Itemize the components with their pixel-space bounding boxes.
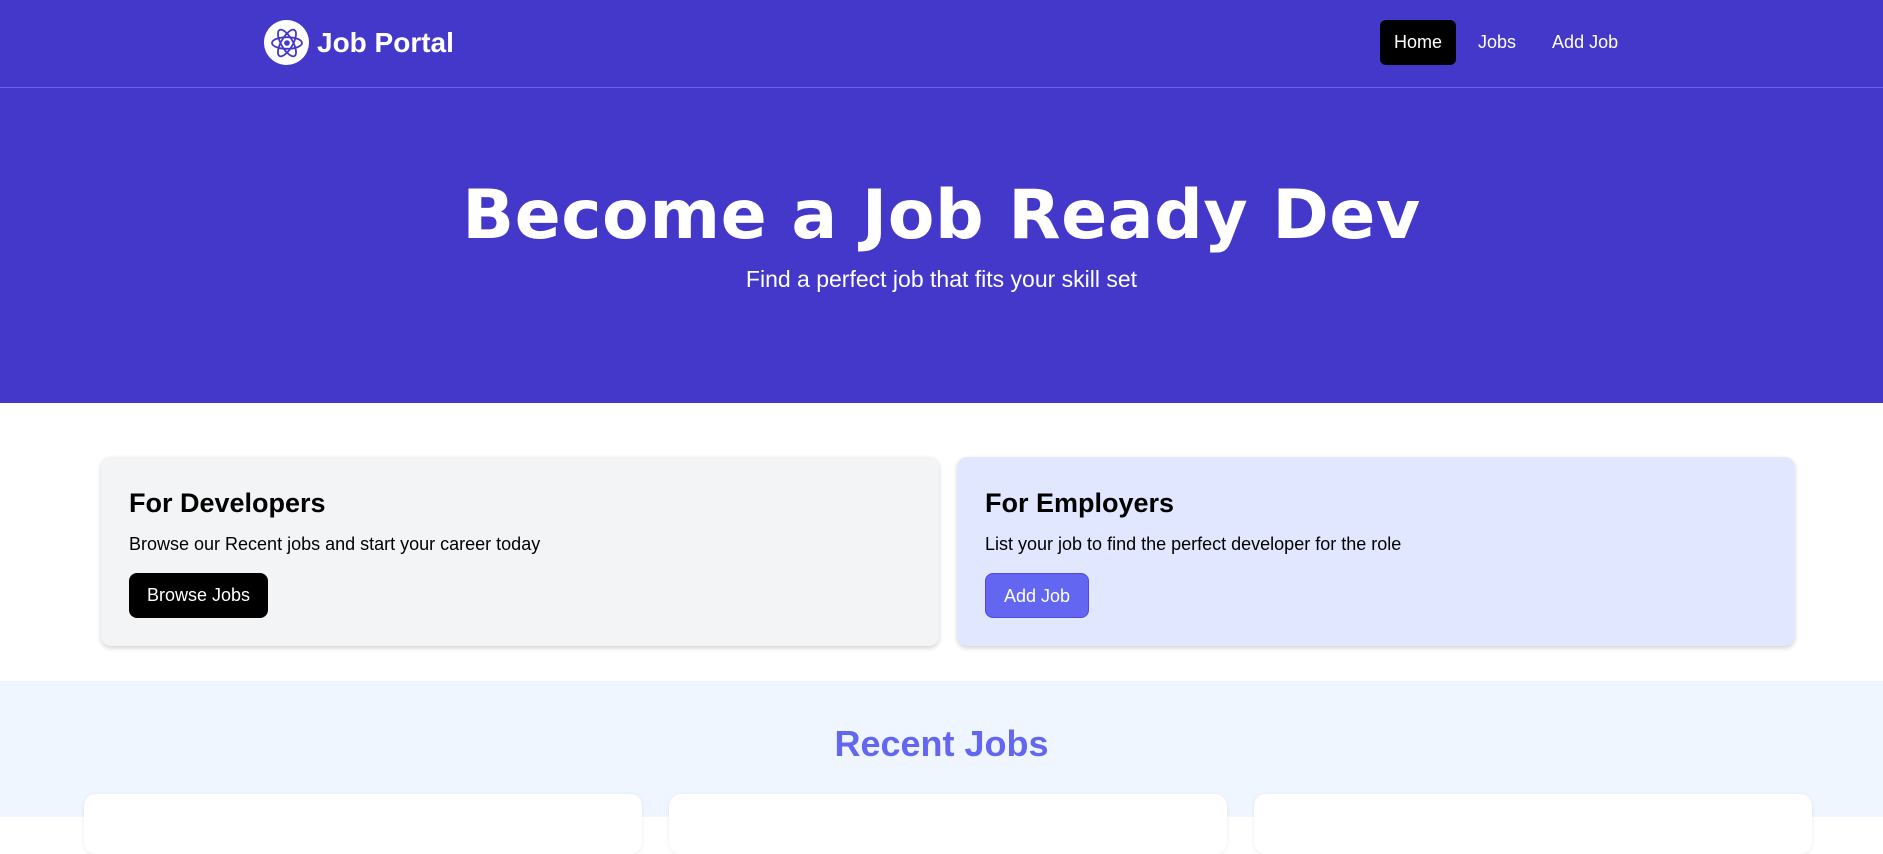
job-card[interactable] [1254, 794, 1812, 854]
recent-jobs-section: Recent Jobs [0, 681, 1883, 854]
developers-card-title: For Developers [129, 488, 326, 518]
nav-link-home[interactable]: Home [1380, 20, 1457, 65]
nav-link-jobs[interactable]: Jobs [1464, 20, 1530, 65]
audience-cards: For Developers Browse our Recent jobs an… [101, 457, 1795, 646]
employers-card: For Employers List your job to find the … [957, 457, 1795, 646]
hero-subtitle: Find a perfect job that fits your skill … [745, 266, 1138, 292]
hero-section: Become a Job Ready Dev Find a perfect jo… [0, 88, 1883, 403]
hero-title: Become a Job Ready Dev [462, 176, 1421, 255]
brand-title: Job Portal [317, 26, 454, 58]
brand-link[interactable]: Job Portal [264, 20, 454, 65]
nav-links: Home Jobs Add Job [1380, 20, 1640, 65]
employers-card-text: List your job to find the perfect develo… [985, 534, 1402, 554]
job-card[interactable] [669, 794, 1227, 854]
browse-jobs-button[interactable]: Browse Jobs [129, 573, 269, 618]
developers-card: For Developers Browse our Recent jobs an… [101, 457, 939, 646]
navbar: Job Portal Home Jobs Add Job [0, 0, 1883, 88]
developers-card-text: Browse our Recent jobs and start your ca… [129, 534, 541, 554]
recent-jobs-title: Recent Jobs [834, 723, 1049, 764]
employers-card-title: For Employers [985, 488, 1175, 518]
add-job-button[interactable]: Add Job [985, 573, 1090, 618]
nav-link-add-job[interactable]: Add Job [1538, 20, 1632, 65]
react-atom-icon [264, 20, 309, 65]
job-card[interactable] [84, 794, 642, 854]
